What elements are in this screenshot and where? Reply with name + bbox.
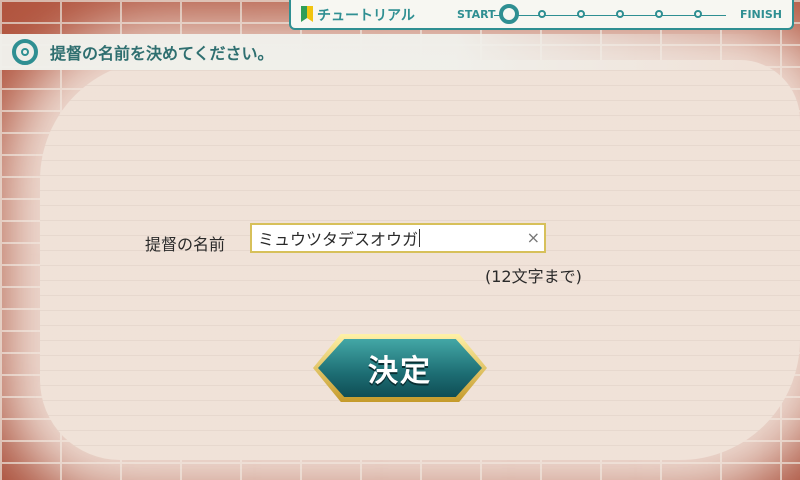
decide-button[interactable]: 決定 xyxy=(318,339,482,397)
tutorial-finish-label: FINISH xyxy=(739,8,782,21)
tutorial-step-node xyxy=(538,10,546,18)
tutorial-title: チュートリアル xyxy=(317,8,415,24)
tutorial-step-node xyxy=(577,10,585,18)
tutorial-progress: チュートリアル START FINISH xyxy=(289,0,794,30)
header-bar: 提督の名前を決めてください。 xyxy=(0,34,760,70)
clear-icon[interactable]: × xyxy=(527,229,540,247)
text-caret xyxy=(419,229,421,247)
tutorial-start-label: START xyxy=(457,8,496,21)
admiral-name-input[interactable]: ミュウツタデスオウガ × xyxy=(250,223,546,253)
tutorial-step-current-gear-icon xyxy=(499,4,519,24)
char-limit-hint: (12文字まで) xyxy=(485,267,582,286)
tutorial-step-node xyxy=(694,10,702,18)
admiral-name-value[interactable]: ミュウツタデスオウガ xyxy=(258,226,418,250)
admiral-name-label: 提督の名前 xyxy=(145,235,226,254)
tutorial-step-node xyxy=(616,10,624,18)
gear-icon xyxy=(12,39,38,65)
page-title: 提督の名前を決めてください。 xyxy=(50,44,274,63)
decide-button-label: 決定 xyxy=(368,354,432,389)
tutorial-track xyxy=(494,15,726,16)
beginner-mark-icon xyxy=(301,6,313,22)
tutorial-step-node xyxy=(655,10,663,18)
